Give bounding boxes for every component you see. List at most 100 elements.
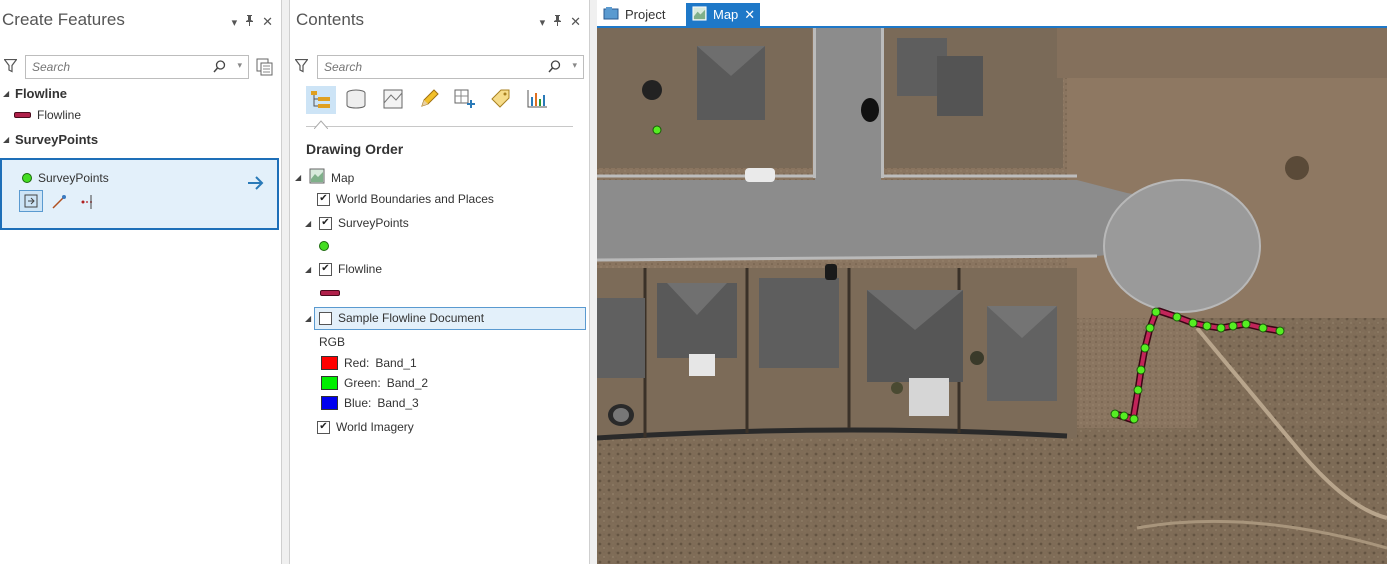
- chevron-down-icon[interactable]: ▾: [572, 60, 577, 71]
- group-flowline[interactable]: ◢ Flowline: [3, 86, 67, 101]
- chart-icon[interactable]: [524, 86, 550, 112]
- filter-icon[interactable]: [3, 58, 18, 76]
- list-by-drawing-order-icon[interactable]: [306, 86, 336, 114]
- band-green: Green: Band_2: [321, 376, 428, 390]
- pane-menu-icon[interactable]: ▾: [540, 16, 546, 29]
- pane-splitter[interactable]: [590, 0, 597, 564]
- layer-surveypoints-label: SurveyPoints: [338, 216, 409, 230]
- band-red-channel: Red:: [344, 356, 370, 370]
- band-green-name: Band_2: [386, 376, 429, 390]
- create-features-pane: Create Features ▾ ✕ ▾ ◢ Flowline Flowlin…: [0, 0, 282, 564]
- contents-pane: Contents ▾ ✕ ▾ Drawing Orde: [289, 0, 590, 564]
- layer-world-imagery-label: World Imagery: [336, 420, 414, 434]
- pane-menu-icon[interactable]: ▾: [232, 16, 238, 29]
- filter-icon[interactable]: [294, 58, 309, 76]
- collapse-icon[interactable]: ◢: [305, 265, 313, 274]
- band-green-channel: Green:: [344, 376, 381, 390]
- create-features-search[interactable]: ▾: [25, 55, 249, 79]
- visibility-checkbox[interactable]: ✔: [319, 216, 332, 230]
- surveypoint-symbol: [22, 173, 32, 183]
- label-tag-icon[interactable]: [488, 86, 514, 112]
- toolbar-divider: [306, 126, 573, 127]
- map-view[interactable]: [597, 28, 1387, 564]
- selected-template-label: SurveyPoints: [38, 171, 109, 185]
- blue-swatch: [321, 396, 338, 410]
- map-node[interactable]: ◢ Map: [295, 168, 354, 187]
- map-icon: [692, 5, 707, 24]
- manage-templates-icon[interactable]: [256, 58, 274, 79]
- vertex-tool-icon[interactable]: [80, 194, 96, 213]
- pane-splitter[interactable]: [282, 0, 289, 564]
- surveypoint-symbol: [319, 241, 329, 251]
- collapse-icon[interactable]: ◢: [305, 314, 313, 323]
- selected-template-panel[interactable]: SurveyPoints: [0, 158, 279, 230]
- group-surveypoints[interactable]: ◢ SurveyPoints: [3, 132, 98, 147]
- project-icon: [603, 6, 619, 23]
- contents-search-input[interactable]: [318, 56, 583, 78]
- rgb-label: RGB: [319, 335, 346, 349]
- line-tool-icon[interactable]: [51, 194, 67, 213]
- map-icon: [309, 168, 325, 187]
- surveypoints-legend: [319, 241, 329, 251]
- visibility-checkbox[interactable]: ✔: [317, 420, 330, 434]
- close-icon[interactable]: ✕: [262, 14, 273, 30]
- database-icon[interactable]: [343, 86, 369, 112]
- band-blue-name: Band_3: [377, 396, 419, 410]
- band-blue-channel: Blue:: [344, 396, 372, 410]
- create-features-title: Create Features: [2, 10, 125, 29]
- active-view-pointer: [313, 118, 329, 130]
- band-blue: Blue: Band_3: [321, 396, 419, 410]
- map-label: Map: [331, 170, 355, 185]
- layer-surveypoints[interactable]: ◢ ✔ SurveyPoints: [305, 216, 409, 230]
- source-map-icon[interactable]: [380, 86, 406, 112]
- layer-world-boundaries[interactable]: ✔ World Boundaries and Places: [317, 192, 494, 206]
- contents-title: Contents: [296, 10, 365, 29]
- flowline-symbol: [320, 290, 340, 296]
- collapse-icon[interactable]: ◢: [295, 173, 303, 182]
- layer-flowline-label: Flowline: [338, 262, 383, 276]
- search-icon[interactable]: [548, 60, 561, 76]
- tab-project[interactable]: Project: [597, 3, 671, 26]
- selected-template-row[interactable]: SurveyPoints: [22, 171, 109, 185]
- template-flowline[interactable]: Flowline: [14, 108, 81, 122]
- tab-map[interactable]: Map ✕: [686, 3, 760, 26]
- layer-world-imagery[interactable]: ✔ World Imagery: [317, 420, 414, 434]
- layer-world-boundaries-label: World Boundaries and Places: [336, 192, 494, 206]
- layer-sample-doc[interactable]: ◢ Sample Flowline Document: [305, 311, 484, 325]
- add-selection-icon[interactable]: [452, 86, 478, 112]
- tab-project-label: Project: [625, 7, 666, 22]
- close-icon[interactable]: ✕: [570, 14, 581, 30]
- collapse-icon[interactable]: ◢: [305, 219, 313, 228]
- visibility-checkbox[interactable]: ✔: [317, 192, 330, 206]
- contents-controls: ▾ ✕: [540, 14, 581, 30]
- group-surveypoints-label: SurveyPoints: [15, 132, 99, 147]
- create-features-controls: ▾ ✕: [232, 14, 273, 30]
- chevron-down-icon[interactable]: ▾: [237, 60, 242, 71]
- flowline-legend: [320, 290, 340, 296]
- arrow-right-icon[interactable]: [247, 176, 265, 193]
- tab-map-label: Map: [713, 7, 739, 22]
- layer-sample-doc-label: Sample Flowline Document: [338, 311, 485, 325]
- visibility-checkbox[interactable]: [319, 311, 332, 325]
- visibility-checkbox[interactable]: ✔: [319, 262, 332, 276]
- map-imagery[interactable]: [597, 28, 1387, 564]
- band-red-name: Band_1: [375, 356, 417, 370]
- pin-icon[interactable]: [553, 15, 562, 29]
- contents-search[interactable]: ▾: [317, 55, 584, 79]
- group-flowline-label: Flowline: [15, 86, 67, 101]
- expand-icon[interactable]: ◢: [3, 135, 11, 144]
- green-swatch: [321, 376, 338, 390]
- pencil-icon[interactable]: [416, 86, 442, 112]
- view-tab-strip: Project Map ✕: [597, 0, 1387, 28]
- close-icon[interactable]: ✕: [744, 7, 755, 23]
- red-swatch: [321, 356, 338, 370]
- point-tool-icon[interactable]: [19, 190, 43, 212]
- template-flowline-label: Flowline: [37, 108, 82, 122]
- expand-icon[interactable]: ◢: [3, 89, 11, 98]
- pin-icon[interactable]: [245, 15, 254, 29]
- band-red: Red: Band_1: [321, 356, 417, 370]
- search-icon[interactable]: [213, 60, 226, 76]
- flowline-symbol: [14, 112, 31, 118]
- drawing-order-heading: Drawing Order: [306, 141, 404, 157]
- layer-flowline[interactable]: ◢ ✔ Flowline: [305, 262, 382, 276]
